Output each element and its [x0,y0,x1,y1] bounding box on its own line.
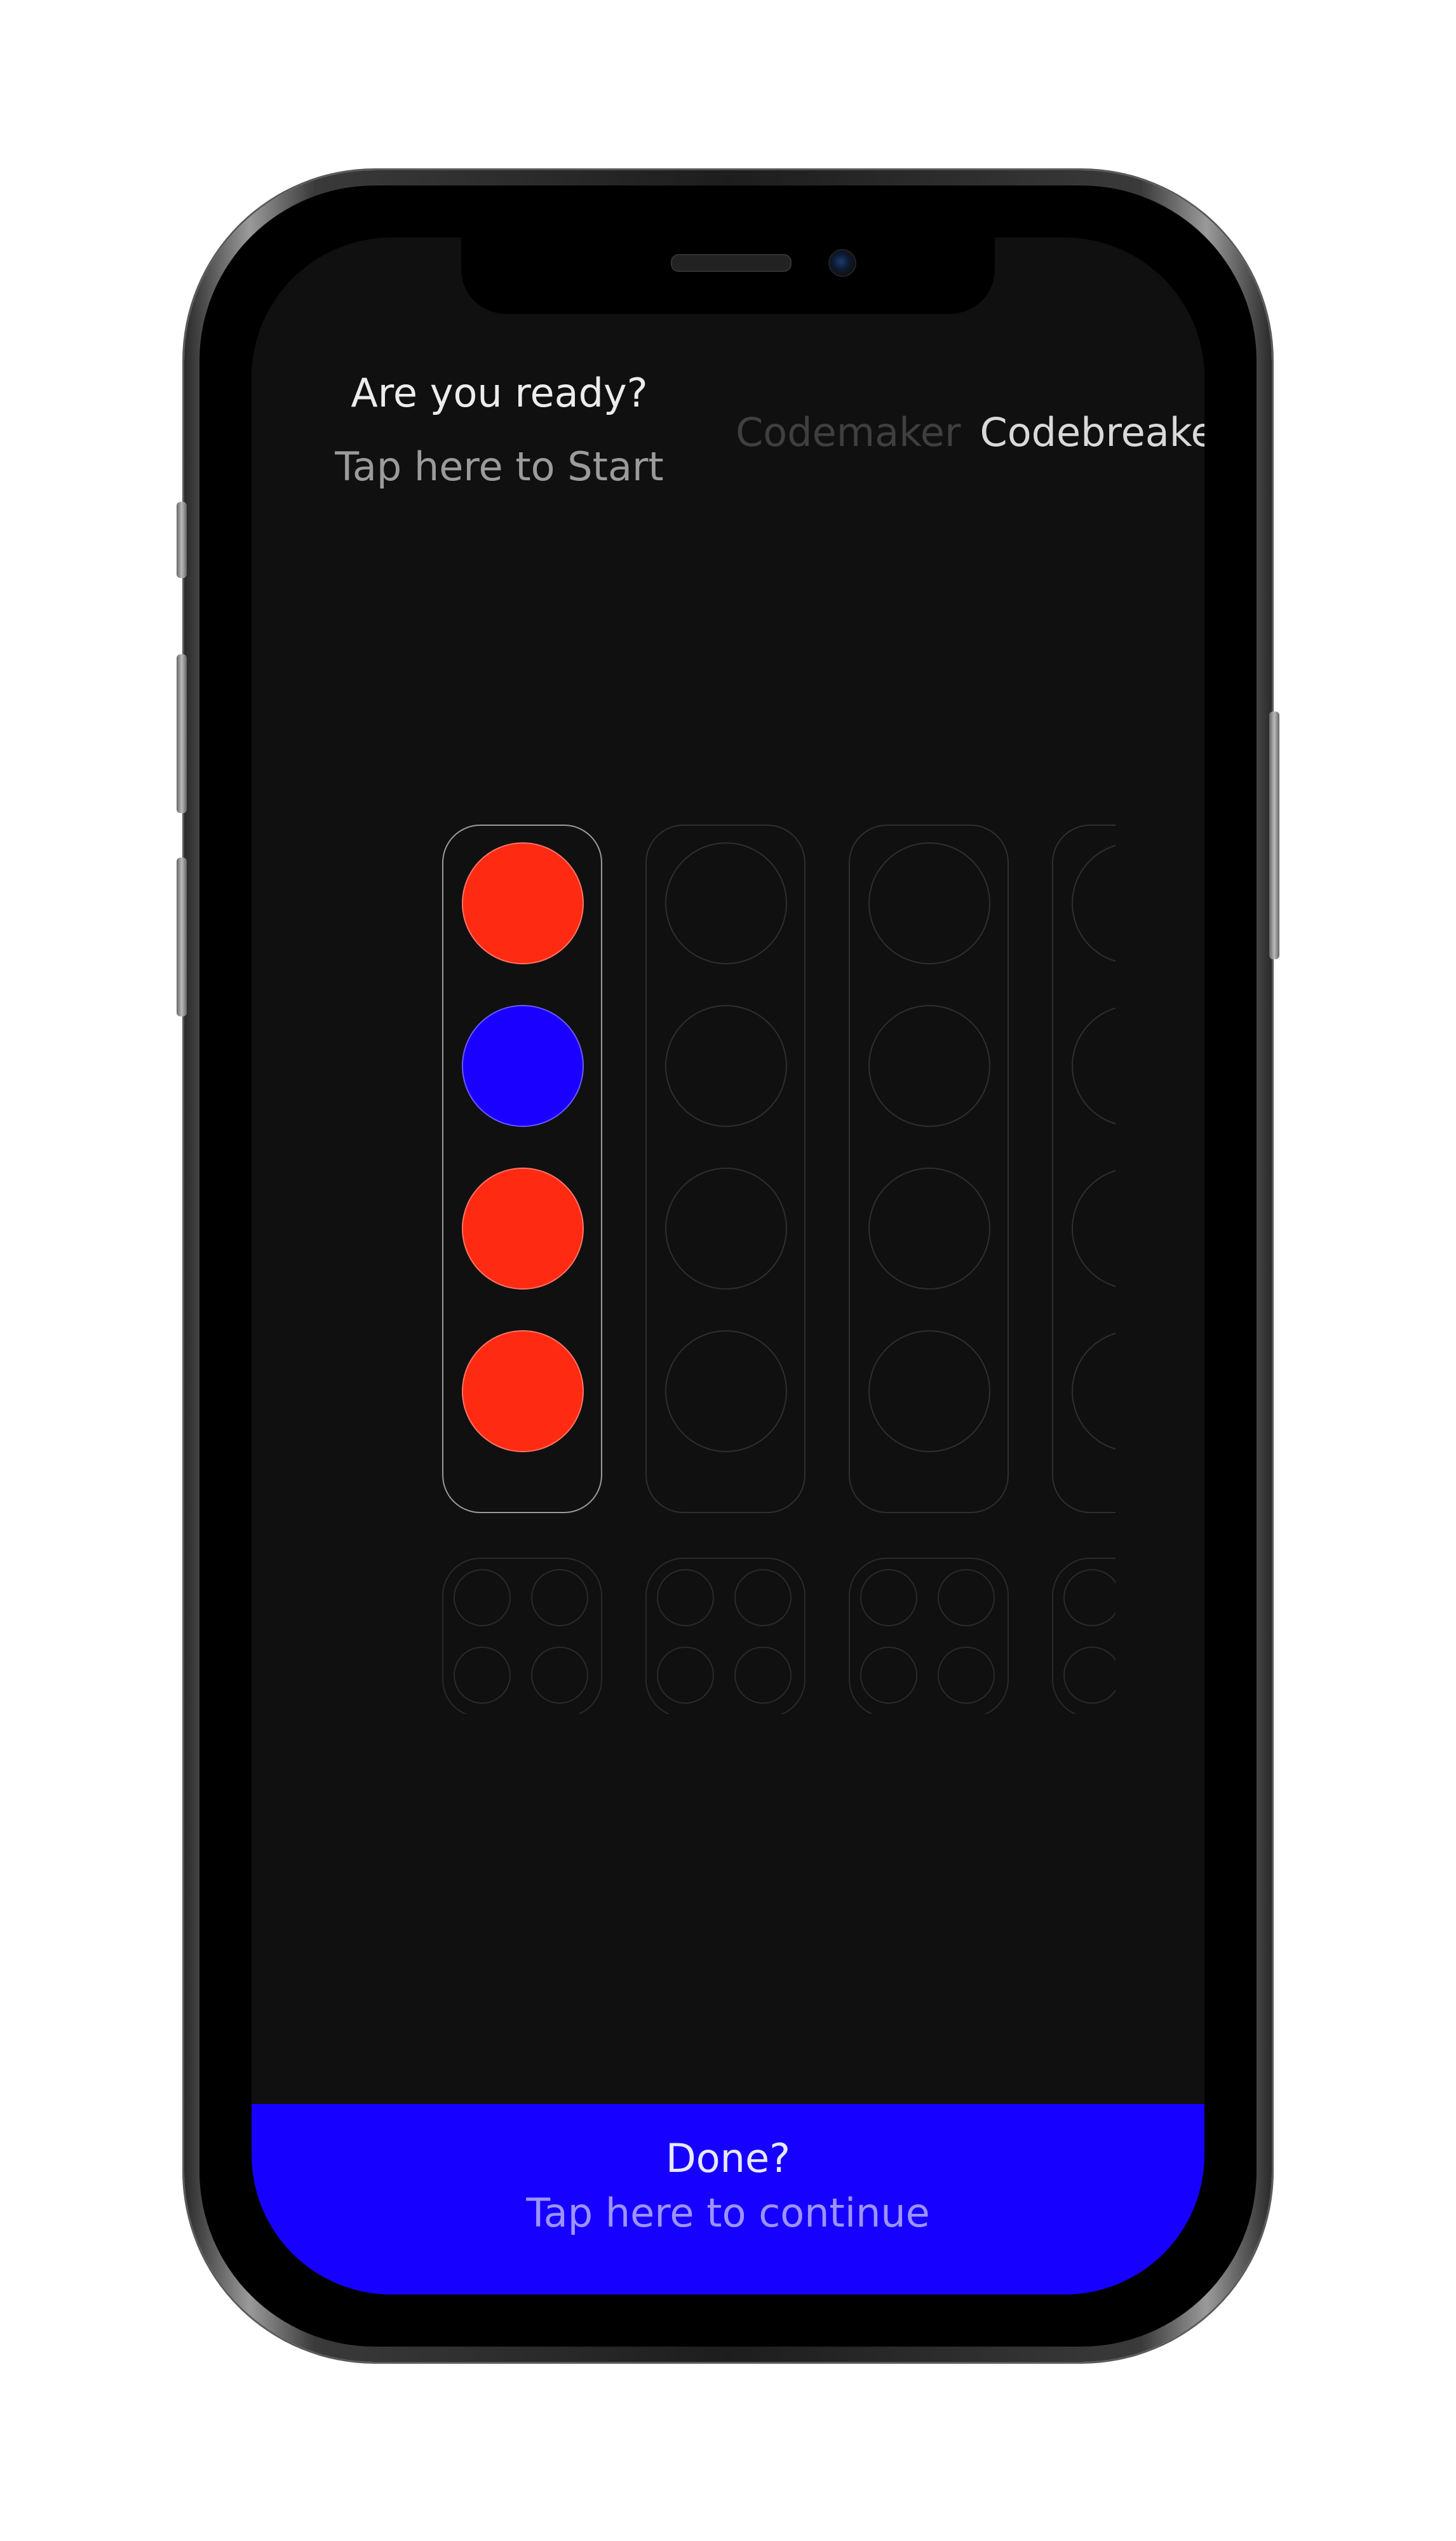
feedback-grid [1052,1558,1116,1714]
ready-title: Are you ready? [351,370,648,416]
feedback-peg-slot [657,1647,714,1704]
mode-codemaker[interactable]: Codemaker [736,409,961,455]
feedback-peg-slot [657,1569,714,1626]
side-button-volume-down [177,858,187,1016]
empty-peg-slot[interactable] [868,842,990,964]
feedback-peg-slot [531,1647,588,1704]
guess-column[interactable] [645,825,806,1513]
app-screen: Are you ready? Tap here to Start Codemak… [252,238,1204,2295]
feedback-grid [645,1558,806,1714]
code-peg[interactable] [462,1005,584,1127]
empty-peg-slot[interactable] [665,1168,787,1290]
empty-peg-slot[interactable] [665,1330,787,1452]
feedback-grid [849,1558,1009,1714]
code-peg[interactable] [462,1168,584,1290]
done-subtitle: Tap here to continue [526,2190,930,2236]
start-button[interactable]: Tap here to Start [321,438,677,495]
front-camera-icon [828,249,856,277]
guess-column[interactable] [442,825,602,1513]
feedback-peg-slot [734,1647,792,1704]
start-prompt[interactable]: Are you ready? Tap here to Start [321,365,677,495]
empty-peg-slot[interactable] [1072,1005,1116,1127]
empty-peg-slot[interactable] [1072,1168,1116,1290]
side-button-mute [177,502,187,578]
mode-switch: Codemaker Codebreaker [736,404,1204,461]
game-board [442,825,1116,1714]
feedback-peg-slot [860,1569,917,1626]
notch [461,238,995,314]
guess-column[interactable] [849,825,1009,1513]
feedback-peg-slot [531,1569,588,1626]
empty-peg-slot[interactable] [665,842,787,964]
side-button-volume-up [177,654,187,813]
empty-peg-slot[interactable] [1072,1330,1116,1452]
empty-peg-slot[interactable] [1072,842,1116,964]
feedback-peg-slot [734,1569,792,1626]
feedback-peg-slot [1063,1647,1116,1704]
empty-peg-slot[interactable] [868,1005,990,1127]
feedback-peg-slot [454,1569,511,1626]
feedback-peg-slot [454,1647,511,1704]
done-button[interactable]: Done? Tap here to continue [252,2104,1204,2295]
empty-peg-slot[interactable] [665,1005,787,1127]
mode-codebreaker[interactable]: Codebreaker [980,409,1204,455]
feedback-peg-slot [938,1569,995,1626]
feedback-peg-slot [1063,1569,1116,1626]
done-title: Done? [665,2135,791,2181]
feedback-peg-slot [938,1647,995,1704]
feedback-peg-slot [860,1647,917,1704]
speaker-grille [671,254,792,272]
empty-peg-slot[interactable] [868,1168,990,1290]
feedback-grid [442,1558,602,1714]
code-peg[interactable] [462,1330,584,1452]
code-peg[interactable] [462,842,584,964]
empty-peg-slot[interactable] [868,1330,990,1452]
side-button-power [1269,711,1279,959]
guess-column[interactable] [1052,825,1116,1513]
